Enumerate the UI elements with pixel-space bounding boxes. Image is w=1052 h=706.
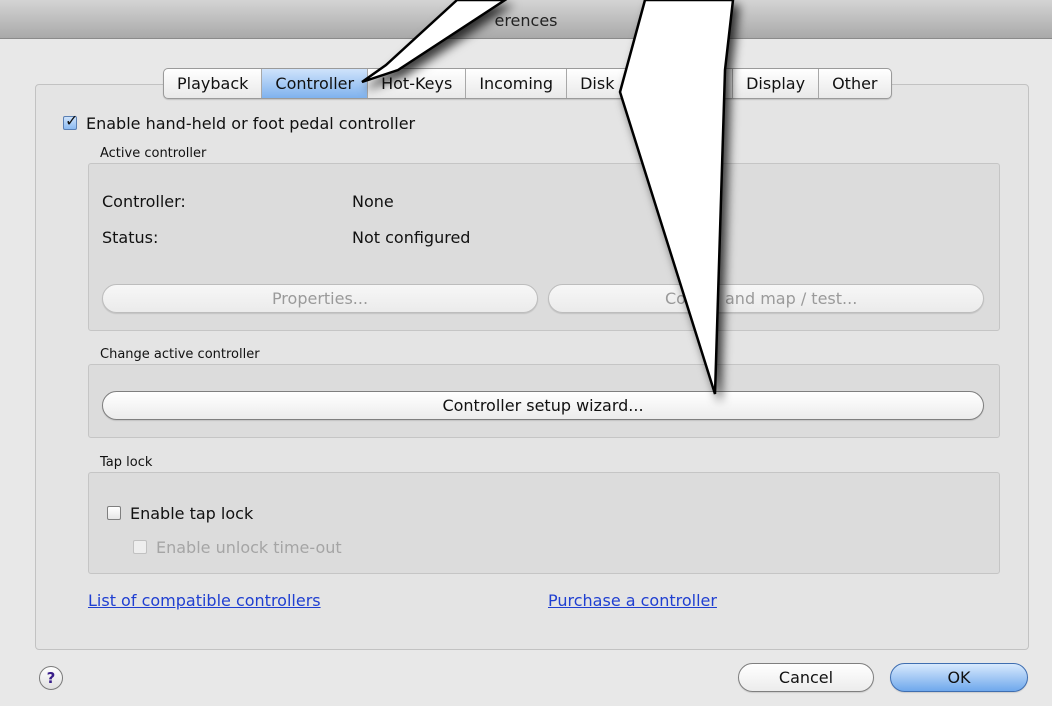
ok-button[interactable]: OK — [890, 663, 1028, 692]
compatible-controllers-link[interactable]: List of compatible controllers — [88, 591, 321, 610]
tab-hot-keys[interactable]: Hot-Keys — [368, 69, 467, 98]
enable-tap-lock-checkbox[interactable] — [107, 506, 121, 520]
enable-unlock-timeout-checkbox[interactable] — [133, 540, 147, 554]
command-map-button[interactable]: Co and map / test... — [548, 284, 984, 313]
controller-value: None — [352, 192, 394, 211]
tab-controller[interactable]: Controller — [262, 69, 369, 98]
cancel-button[interactable]: Cancel — [738, 663, 874, 692]
tab-incoming[interactable]: Incoming — [466, 69, 568, 98]
status-value: Not configured — [352, 228, 471, 247]
controller-label: Controller: — [102, 192, 186, 211]
properties-button[interactable]: Properties... — [102, 284, 538, 313]
tab-other[interactable]: Other — [819, 69, 890, 98]
change-controller-group-label: Change active controller — [100, 347, 260, 362]
enable-tap-lock-label: Enable tap lock — [130, 504, 254, 523]
tab-obscured[interactable] — [646, 69, 734, 98]
window-title: erences — [494, 11, 558, 30]
controller-setup-wizard-button[interactable]: Controller setup wizard... — [102, 391, 984, 420]
command-map-button-label-right: and map / test... — [725, 289, 858, 308]
command-map-button-label-left: Co — [665, 289, 686, 308]
purchase-controller-link[interactable]: Purchase a controller — [548, 591, 717, 610]
tab-display[interactable]: Display — [733, 69, 820, 98]
enable-unlock-timeout-label: Enable unlock time-out — [156, 538, 342, 557]
enable-controller-label: Enable hand-held or foot pedal controlle… — [86, 114, 416, 133]
enable-controller-checkbox[interactable] — [63, 111, 78, 130]
tap-lock-group — [88, 472, 1000, 574]
active-controller-group-label: Active controller — [100, 146, 207, 161]
tab-playback[interactable]: Playback — [164, 69, 263, 98]
status-label: Status: — [102, 228, 159, 247]
title-bar: erences — [0, 0, 1052, 39]
tap-lock-group-label: Tap lock — [100, 455, 153, 470]
tab-bar: Playback Controller Hot-Keys Incoming Di… — [163, 68, 892, 99]
tab-disk[interactable]: Disk — [567, 69, 647, 98]
help-icon[interactable]: ? — [39, 666, 63, 690]
